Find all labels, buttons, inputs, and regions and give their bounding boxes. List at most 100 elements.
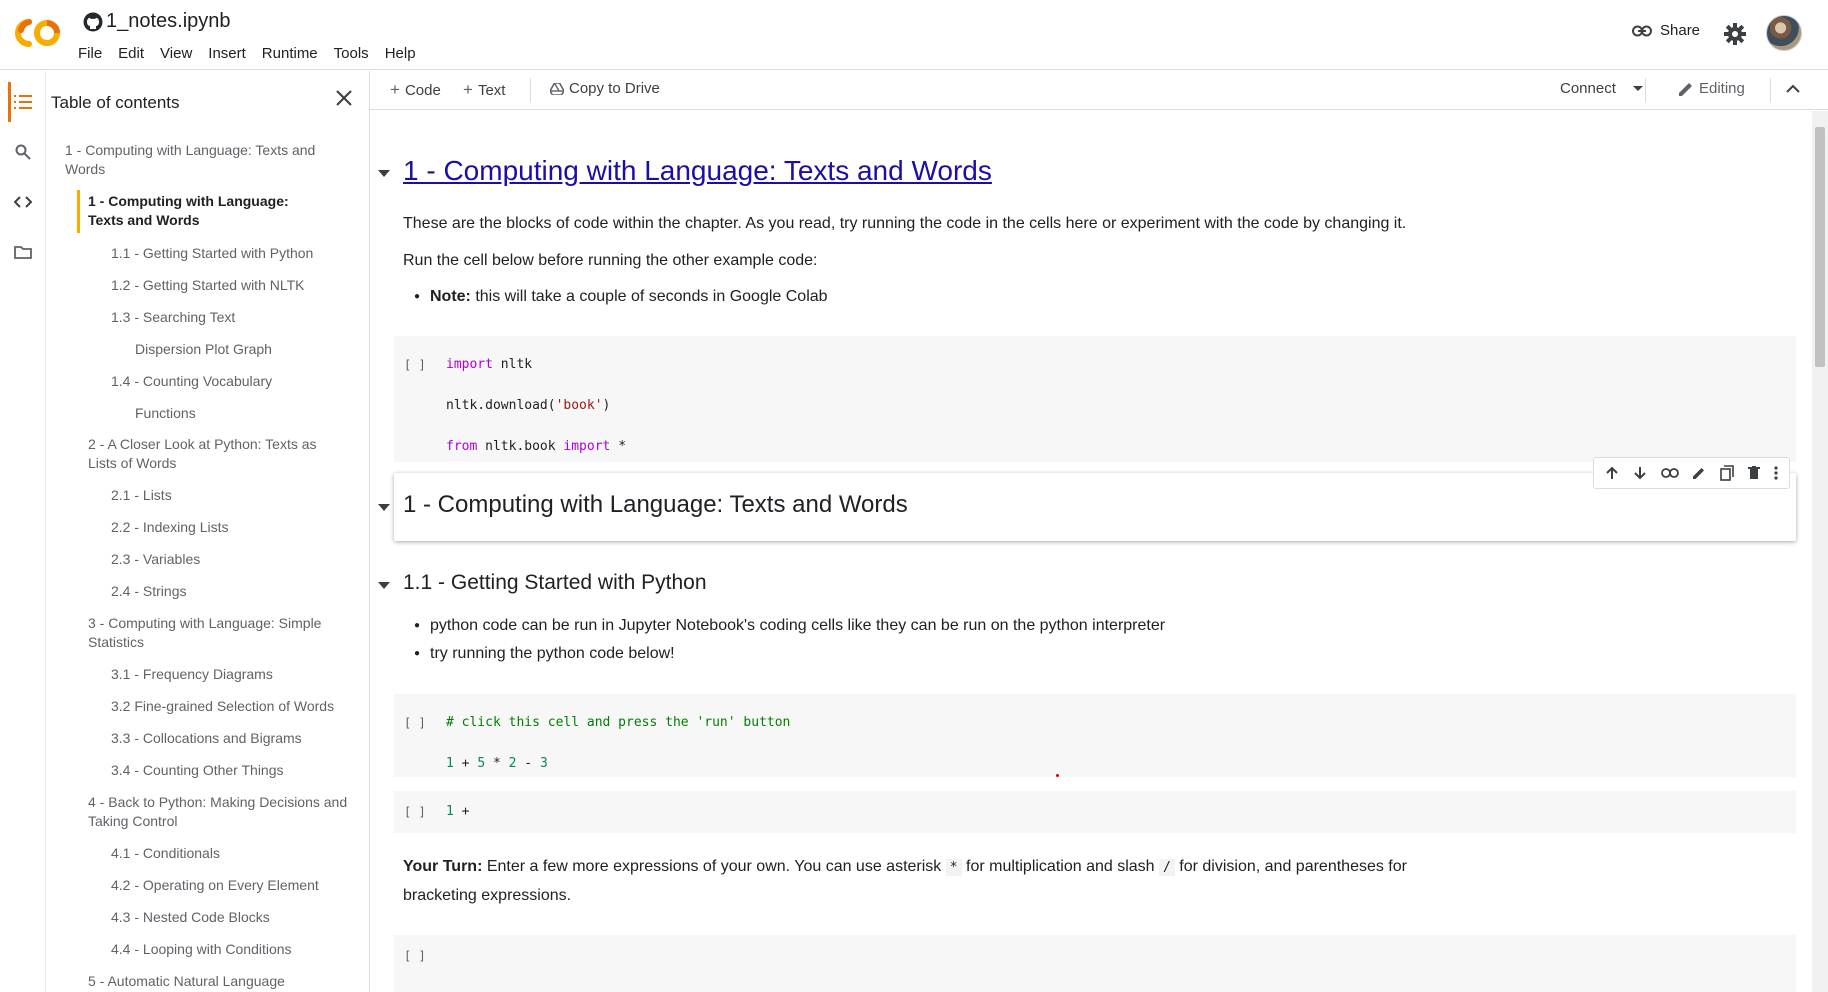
toc-item[interactable]: 1.2 - Getting Started with NLTK xyxy=(111,276,305,295)
code-text: nltk xyxy=(492,357,533,372)
menu-runtime[interactable]: Runtime xyxy=(254,43,326,64)
mirror-cell-icon[interactable] xyxy=(1720,465,1735,481)
section-heading: 1 - Computing with Language: Texts and W… xyxy=(403,491,908,518)
more-vert-icon[interactable] xyxy=(1774,466,1778,480)
share-button[interactable]: Share xyxy=(1632,22,1700,39)
plus-icon: + xyxy=(463,80,473,99)
intro-text: These are the blocks of code within the … xyxy=(403,215,1407,232)
code-cell-empty[interactable]: [ ] xyxy=(394,935,1796,992)
toc-item[interactable]: 2.2 - Indexing Lists xyxy=(111,518,229,537)
code-number: 1 xyxy=(446,804,454,819)
connect-label: Connect xyxy=(1560,80,1616,97)
scrollbar[interactable] xyxy=(1812,111,1828,992)
menu-view[interactable]: View xyxy=(152,43,200,64)
toc-item[interactable]: 3.2 Fine-grained Selection of Words xyxy=(111,697,334,716)
toc-item[interactable]: 1 - Computing with Language: Texts and W… xyxy=(65,141,325,179)
add-text-button[interactable]: + Text xyxy=(463,80,505,100)
menu-help[interactable]: Help xyxy=(377,43,424,64)
code-text: nltk.book xyxy=(477,439,564,454)
toc-panel: Table of contents 1 - Computing with Lan… xyxy=(46,71,370,992)
connect-button[interactable]: Connect xyxy=(1560,80,1643,97)
toc-item[interactable]: Functions xyxy=(135,404,196,423)
folder-icon xyxy=(14,246,32,259)
chevron-up-icon[interactable] xyxy=(1786,84,1800,94)
search-rail-button[interactable] xyxy=(8,137,38,167)
run-cell-button[interactable]: [ ] xyxy=(404,949,426,963)
toc-item[interactable]: Dispersion Plot Graph xyxy=(135,340,272,359)
run-cell-button[interactable]: [ ] xyxy=(404,358,426,372)
run-cell-button[interactable]: [ ] xyxy=(404,805,426,819)
code-cell-incomplete[interactable]: [ ] 1 + xyxy=(394,791,1796,833)
code-snippets-rail-button[interactable] xyxy=(8,187,38,217)
toc-item[interactable]: 1.3 - Searching Text xyxy=(111,308,235,327)
edit-pencil-icon[interactable] xyxy=(1692,466,1706,480)
collapse-caret-icon[interactable] xyxy=(378,170,390,177)
menu-tools[interactable]: Tools xyxy=(326,43,377,64)
code-cell-import[interactable]: [ ] import nltk nltk.download('book') fr… xyxy=(394,336,1796,462)
github-icon[interactable] xyxy=(83,12,103,32)
code-line: from nltk.book import * xyxy=(446,439,626,454)
toc-item[interactable]: 3.1 - Frequency Diagrams xyxy=(111,665,273,684)
cell-toolbar xyxy=(1593,457,1790,489)
code-cell-expression[interactable]: [ ] # click this cell and press the 'run… xyxy=(394,694,1796,777)
toc-item[interactable]: 3 - Computing with Language: Simple Stat… xyxy=(88,614,348,652)
collapse-caret-icon[interactable] xyxy=(378,582,390,589)
chapter-title-link[interactable]: 1 - Computing with Language: Texts and W… xyxy=(403,155,992,187)
code-keyword: import xyxy=(446,357,493,372)
editing-mode-button[interactable]: Editing xyxy=(1678,80,1745,97)
toc-item[interactable]: 2.3 - Variables xyxy=(111,550,200,569)
toc-item[interactable]: 1.4 - Counting Vocabulary xyxy=(111,372,272,391)
toolbar-divider xyxy=(530,78,531,102)
your-turn-text-line2: bracketing expressions. xyxy=(403,887,572,904)
pencil-icon xyxy=(1679,82,1692,96)
toc-item[interactable]: 3.3 - Collocations and Bigrams xyxy=(111,729,302,748)
toc-item[interactable]: 2.4 - Strings xyxy=(111,582,186,601)
toc-item[interactable]: 2 - A Closer Look at Python: Texts as Li… xyxy=(88,435,348,473)
colab-logo[interactable] xyxy=(14,16,62,50)
code-comment: # click this cell and press the 'run' bu… xyxy=(446,715,791,730)
files-rail-button[interactable] xyxy=(8,237,38,267)
gear-icon[interactable] xyxy=(1723,22,1747,46)
toc-item[interactable]: 5 - Automatic Natural Language xyxy=(88,972,348,991)
your-turn-label: Your Turn: xyxy=(403,858,483,875)
code-line: 1 + 5 * 2 - 3 xyxy=(446,756,548,771)
menu-insert[interactable]: Insert xyxy=(200,43,254,64)
share-label: Share xyxy=(1660,22,1701,39)
toc-item-active[interactable]: 1 - Computing with Language: Texts and W… xyxy=(88,192,328,230)
toc-rail-button[interactable] xyxy=(8,87,38,117)
toc-item[interactable]: 4.2 - Operating on Every Element xyxy=(111,876,319,895)
scrollbar-thumb[interactable] xyxy=(1815,127,1825,367)
arrow-up-icon[interactable] xyxy=(1605,466,1619,480)
note-label: Note: xyxy=(430,288,471,305)
colab-app: 1_notes.ipynb File Edit View Insert Runt… xyxy=(0,0,1828,992)
search-icon xyxy=(15,144,31,160)
toc-item[interactable]: 3.4 - Counting Other Things xyxy=(111,761,284,780)
run-cell-button[interactable]: [ ] xyxy=(404,716,426,730)
close-icon[interactable] xyxy=(332,86,356,110)
code-keyword: from xyxy=(446,439,478,454)
code-string: 'book' xyxy=(555,398,603,413)
delete-icon[interactable] xyxy=(1748,466,1761,480)
notebook-title[interactable]: 1_notes.ipynb xyxy=(106,10,231,33)
avatar[interactable] xyxy=(1766,15,1802,51)
toc-item[interactable]: 2.1 - Lists xyxy=(111,486,172,505)
add-code-button[interactable]: + Code xyxy=(390,80,441,100)
toc-title: Table of contents xyxy=(51,93,180,112)
toc-item[interactable]: 1.1 - Getting Started with Python xyxy=(111,244,313,263)
toc-item[interactable]: 4.1 - Conditionals xyxy=(111,844,220,863)
list-item: try running the python code below! xyxy=(414,642,675,666)
notebook-body: 1 - Computing with Language: Texts and W… xyxy=(370,111,1812,992)
collapse-caret-icon[interactable] xyxy=(378,504,390,511)
copy-to-drive-button[interactable]: Copy to Drive xyxy=(550,80,660,97)
menu-file[interactable]: File xyxy=(70,43,110,64)
code-number: 3 xyxy=(539,756,548,771)
toc-item[interactable]: 4.3 - Nested Code Blocks xyxy=(111,908,270,927)
toc-item[interactable]: 4.4 - Looping with Conditions xyxy=(111,940,292,959)
link-icon xyxy=(1632,25,1652,36)
toc-item[interactable]: 4 - Back to Python: Making Decisions and… xyxy=(88,793,348,831)
drive-icon xyxy=(550,82,564,95)
run-first-text: Run the cell below before running the ot… xyxy=(403,252,818,269)
link-icon[interactable] xyxy=(1660,468,1679,478)
menu-edit[interactable]: Edit xyxy=(110,43,152,64)
arrow-down-icon[interactable] xyxy=(1633,466,1647,480)
